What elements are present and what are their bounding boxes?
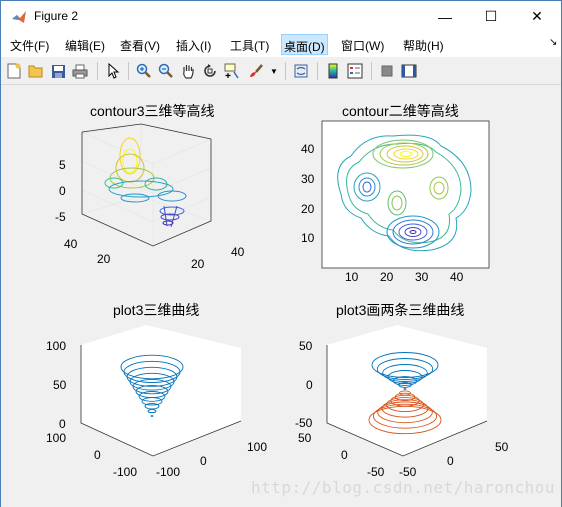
plot4-ytick: 50 xyxy=(298,431,312,445)
window-title: Figure 2 xyxy=(34,9,79,23)
plot4-ytick: -50 xyxy=(367,465,385,479)
matlab-logo-icon xyxy=(12,11,26,23)
new-file-icon[interactable] xyxy=(5,62,23,80)
figure-toolbar: ▼ xyxy=(1,57,561,85)
plot4-xtick: 50 xyxy=(495,440,509,454)
curve-loop xyxy=(403,388,407,390)
plot4-ytick: 0 xyxy=(341,448,348,462)
save-icon[interactable] xyxy=(49,62,67,80)
hide-plot-tools-icon[interactable] xyxy=(378,62,396,80)
plot4-ztick: -50 xyxy=(295,416,313,430)
legend-icon[interactable] xyxy=(346,62,364,80)
figure-window: Figure 2 — ☐ ✕ 文件(F) 编辑(E) 查看(V) 插入(I) 工… xyxy=(0,0,562,507)
plot4-ztick: 0 xyxy=(306,378,313,392)
zoom-in-icon[interactable] xyxy=(135,62,153,80)
minimize-icon: — xyxy=(438,8,452,25)
menu-desktop[interactable]: 桌面(D) xyxy=(281,34,328,55)
toolbar-separator xyxy=(317,62,318,80)
minimize-button[interactable]: — xyxy=(422,1,468,32)
rotate-3d-icon[interactable] xyxy=(201,62,219,80)
plot4-ztick: 50 xyxy=(299,339,313,353)
watermark-text: http://blog.csdn.net/haronchou xyxy=(251,478,555,497)
menu-insert[interactable]: 插入(I) xyxy=(176,37,211,54)
plot4-axes[interactable] xyxy=(1,86,561,507)
menu-edit[interactable]: 编辑(E) xyxy=(65,37,105,54)
toolbar-separator xyxy=(97,62,98,80)
maximize-icon: ☐ xyxy=(484,8,498,24)
menu-tools[interactable]: 工具(T) xyxy=(230,37,269,54)
dock-arrow-icon[interactable]: ↘ xyxy=(549,37,557,48)
toolbar-separator xyxy=(285,62,286,80)
menu-help[interactable]: 帮助(H) xyxy=(403,37,444,54)
menu-window[interactable]: 窗口(W) xyxy=(341,37,384,54)
toolbar-separator xyxy=(128,62,129,80)
close-icon: ✕ xyxy=(531,8,543,24)
print-icon[interactable] xyxy=(71,62,89,80)
plot4-xtick: 0 xyxy=(447,454,454,468)
brush-icon[interactable] xyxy=(247,62,265,80)
maximize-button[interactable]: ☐ xyxy=(468,1,514,32)
open-folder-icon[interactable] xyxy=(27,62,45,80)
menu-file[interactable]: 文件(F) xyxy=(10,37,49,54)
menu-view[interactable]: 查看(V) xyxy=(120,37,160,54)
dropdown-arrow-icon[interactable]: ▼ xyxy=(269,62,279,80)
colorbar-icon[interactable] xyxy=(324,62,342,80)
plot4-xtick: -50 xyxy=(399,465,417,479)
close-button[interactable]: ✕ xyxy=(514,1,560,32)
show-plot-tools-icon[interactable] xyxy=(400,62,418,80)
zoom-out-icon[interactable] xyxy=(157,62,175,80)
figure-canvas: contour3三维等高线 5 0 -5 40 20 20 40 contour… xyxy=(1,86,561,507)
title-bar: Figure 2 — ☐ ✕ xyxy=(1,1,561,32)
link-plot-icon[interactable] xyxy=(292,62,310,80)
toolbar-separator xyxy=(371,62,372,80)
data-cursor-icon[interactable] xyxy=(223,62,241,80)
pan-hand-icon[interactable] xyxy=(179,62,197,80)
menu-bar: 文件(F) 编辑(E) 查看(V) 插入(I) 工具(T) 桌面(D) 窗口(W… xyxy=(1,32,561,57)
pointer-icon[interactable] xyxy=(104,62,122,80)
